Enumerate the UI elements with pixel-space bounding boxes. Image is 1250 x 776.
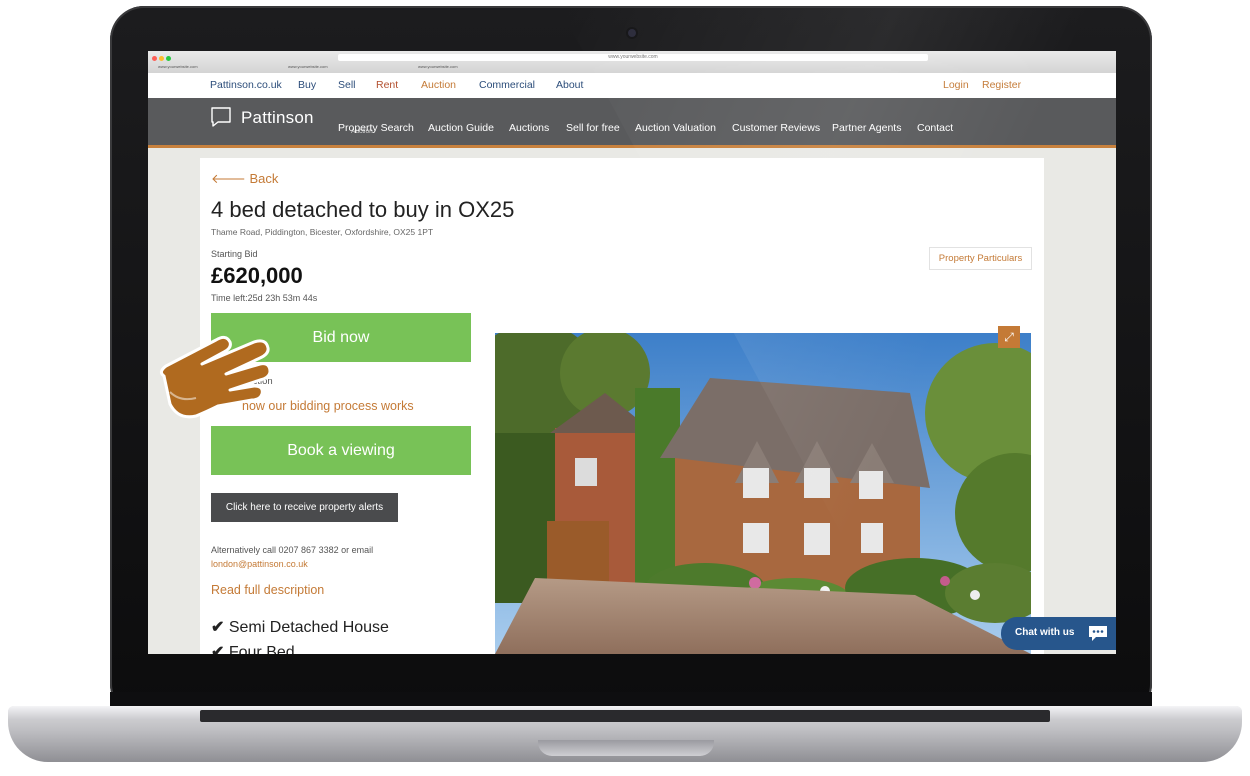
laptop-notch: [538, 740, 714, 756]
nav-contact[interactable]: Contact: [917, 122, 953, 134]
listing-title: 4 bed detached to buy in OX25: [211, 197, 515, 222]
house-illustration: [495, 333, 1031, 654]
chat-button[interactable]: Chat with us: [1001, 617, 1116, 650]
nav-auction-guide[interactable]: Auction Guide: [428, 122, 494, 134]
book-viewing-button[interactable]: Book a viewing: [211, 426, 471, 475]
nav-auction-valuation[interactable]: Auction Valuation: [635, 122, 716, 134]
contact-email-link[interactable]: london@pattinson.co.uk: [211, 559, 308, 569]
contact-text: Alternatively call 0207 867 3382 or emai…: [211, 545, 374, 555]
feature-item: ✔ Four Bed: [211, 642, 295, 654]
topnav-rent[interactable]: Rent: [376, 79, 398, 91]
starting-bid-label: Starting Bid: [211, 249, 258, 259]
tab-1[interactable]: www.yourwebsite.com: [158, 64, 288, 69]
nav-auctions[interactable]: Auctions: [509, 122, 549, 134]
speech-bubble-icon: [211, 107, 231, 127]
main-nav: Pattinson Auction Property Search Auctio…: [148, 98, 1116, 148]
topnav-buy[interactable]: Buy: [298, 79, 316, 91]
tab-3[interactable]: www.yourwebsite.com: [418, 64, 548, 69]
nav-customer-reviews[interactable]: Customer Reviews: [732, 122, 820, 134]
read-description-link[interactable]: Read full description: [211, 583, 324, 597]
price: £620,000: [211, 263, 303, 288]
register-link[interactable]: Register: [982, 79, 1021, 91]
chat-bubble-icon: [1089, 626, 1107, 641]
back-link[interactable]: 🡐 Back: [211, 171, 278, 187]
tab-2[interactable]: www.yourwebsite.com: [288, 64, 418, 69]
check-icon: ✔: [211, 619, 225, 636]
property-particulars-button[interactable]: Property Particulars: [929, 247, 1032, 270]
time-left: Time left:25d 23h 53m 44s: [211, 293, 318, 303]
pointing-hand-icon: [159, 335, 272, 419]
camera: [628, 29, 636, 37]
feature-item: ✔ Semi Detached House: [211, 617, 389, 637]
maximize-dot[interactable]: [166, 56, 171, 61]
arrow-left-icon: 🡐: [211, 171, 246, 186]
brand-name: Pattinson: [241, 108, 314, 127]
address-bar[interactable]: www.yourwebsite.com: [338, 54, 928, 61]
topnav-about[interactable]: About: [556, 79, 583, 91]
check-icon: ✔: [211, 644, 225, 654]
chat-label: Chat with us: [1015, 627, 1075, 638]
nav-partner-agents[interactable]: Partner Agents: [832, 122, 901, 134]
back-label: Back: [249, 171, 279, 186]
nav-sell-for-free[interactable]: Sell for free: [566, 122, 620, 134]
topnav-home[interactable]: Pattinson.co.uk: [210, 79, 282, 91]
listing-address: Thame Road, Piddington, Bicester, Oxford…: [211, 227, 434, 237]
nav-property-search[interactable]: Property Search: [338, 122, 414, 134]
feature-label: Four Bed: [228, 644, 295, 654]
screen: www.yourwebsite.com www.yourwebsite.com w…: [148, 51, 1116, 654]
property-alerts-button[interactable]: Click here to receive property alerts: [211, 493, 398, 522]
minimize-dot[interactable]: [159, 56, 164, 61]
listing-card: 🡐 Back 4 bed detached to buy in OX25 Tha…: [200, 158, 1044, 654]
expand-icon[interactable]: ⤢: [998, 326, 1020, 348]
top-nav: Pattinson.co.uk Buy Sell Rent Auction Co…: [148, 73, 1116, 98]
close-dot[interactable]: [152, 56, 157, 61]
tab-strip: www.yourwebsite.com www.yourwebsite.com ww…: [158, 64, 548, 69]
browser-chrome: www.yourwebsite.com www.yourwebsite.com w…: [148, 51, 1116, 74]
login-link[interactable]: Login: [943, 79, 969, 91]
topnav-sell[interactable]: Sell: [338, 79, 356, 91]
topnav-commercial[interactable]: Commercial: [479, 79, 535, 91]
feature-label: Semi Detached House: [228, 619, 389, 636]
topnav-auction[interactable]: Auction: [421, 79, 456, 91]
laptop-keyboard-edge: [200, 710, 1050, 722]
property-photo[interactable]: [495, 333, 1031, 654]
